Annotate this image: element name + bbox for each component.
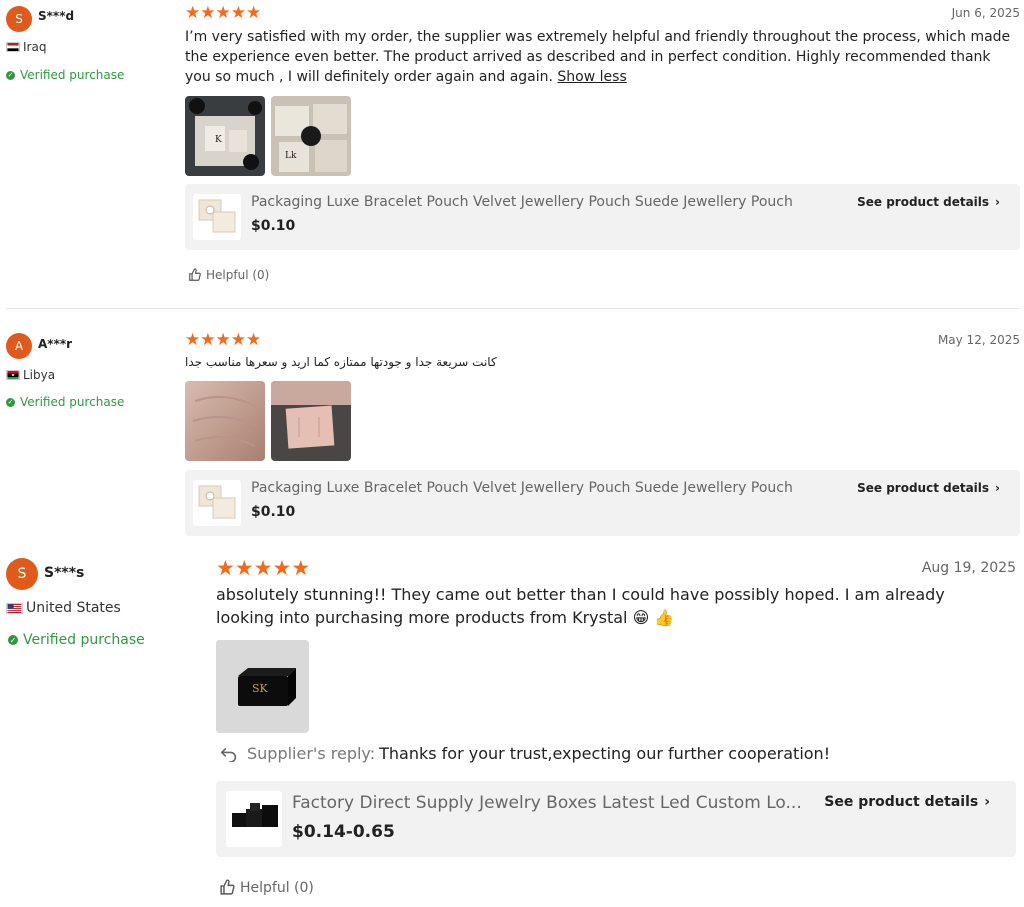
- star-icon: ★: [216, 557, 235, 580]
- star-icon: ★: [200, 3, 216, 22]
- see-details-label: See product details: [857, 195, 990, 209]
- review-date: Aug 19, 2025: [921, 560, 1016, 576]
- star-icon: ★: [246, 330, 262, 349]
- reply-label: Supplier's reply:: [247, 744, 376, 763]
- svg-text:K: K: [215, 135, 222, 145]
- review-text-block: I’m very satisfied with my order, the su…: [185, 27, 1015, 87]
- product-title[interactable]: Packaging Luxe Bracelet Pouch Velvet Jew…: [251, 480, 841, 496]
- star-icon: ★: [185, 330, 201, 349]
- review-text-block: كانت سريعة جدا و جودتها ممتازه كما اريد …: [185, 353, 497, 371]
- reviewer-country: Iraq: [6, 40, 46, 54]
- verified-label: Verified purchase: [20, 68, 125, 82]
- review-text: absolutely stunning!! They came out bett…: [216, 585, 945, 627]
- review-photo[interactable]: [185, 381, 265, 461]
- rating-stars: ★ ★ ★ ★ ★: [185, 330, 261, 350]
- bracelet-pouch-photo: Lk: [271, 96, 351, 176]
- star-icon: ★: [200, 330, 216, 349]
- country-label: Iraq: [23, 40, 47, 54]
- star-icon: ★: [230, 330, 246, 349]
- see-details-label: See product details: [857, 481, 990, 495]
- see-details-label: See product details: [824, 794, 979, 810]
- libya-flag-icon: [6, 370, 20, 380]
- reviewer-name: S***d: [38, 9, 75, 23]
- helpful-label: Helpful (0): [240, 879, 314, 896]
- check-icon: ✓: [6, 397, 15, 407]
- star-icon: ★: [185, 3, 201, 22]
- product-price: $0.10: [251, 504, 296, 520]
- avatar: S: [6, 6, 32, 32]
- review-text-block: absolutely stunning!! They came out bett…: [216, 583, 1006, 629]
- product-thumbnail: [193, 480, 241, 526]
- see-product-details-link[interactable]: See product details ›: [824, 794, 990, 810]
- reply-arrow-icon: [220, 747, 237, 762]
- pouch-product-image: [193, 480, 241, 526]
- verified-badge: ✓ Verified purchase: [6, 68, 124, 82]
- see-product-details-link[interactable]: See product details ›: [857, 481, 1000, 495]
- star-icon: ★: [215, 3, 231, 22]
- chevron-right-icon: ›: [984, 794, 990, 810]
- product-card[interactable]: Packaging Luxe Bracelet Pouch Velvet Jew…: [185, 470, 1020, 536]
- iraq-flag-icon: [6, 42, 20, 52]
- avatar: S: [6, 558, 38, 590]
- review-date: May 12, 2025: [937, 333, 1020, 347]
- pink-pouch-photo: [271, 381, 351, 461]
- svg-text:Lk: Lk: [285, 151, 297, 161]
- reviewer-name: A***r: [38, 337, 73, 351]
- verified-badge: ✓ Verified purchase: [6, 395, 124, 409]
- star-icon: ★: [234, 557, 254, 580]
- avatar: A: [6, 333, 32, 359]
- reviewer-country: Libya: [6, 368, 55, 382]
- us-flag-icon: [6, 602, 23, 614]
- verified-label: Verified purchase: [23, 632, 145, 648]
- thumbs-up-icon: [189, 268, 201, 281]
- verified-label: Verified purchase: [20, 395, 125, 409]
- country-label: United States: [26, 600, 121, 616]
- star-icon: ★: [272, 557, 292, 580]
- review-photo[interactable]: [271, 381, 351, 461]
- supplier-reply: Supplier's reply: Thanks for your trust,…: [219, 744, 830, 763]
- check-icon: ✓: [6, 70, 15, 80]
- product-card[interactable]: Packaging Luxe Bracelet Pouch Velvet Jew…: [185, 184, 1020, 250]
- product-title[interactable]: Factory Direct Supply Jewelry Boxes Late…: [292, 793, 822, 813]
- helpful-label: Helpful (0): [206, 268, 270, 282]
- show-less-link[interactable]: Show less: [557, 69, 626, 85]
- product-thumbnail: [193, 194, 241, 240]
- product-thumbnail: [226, 791, 282, 847]
- chevron-right-icon: ›: [995, 195, 1000, 209]
- product-price: $0.10: [251, 218, 296, 234]
- star-icon: ★: [230, 3, 246, 22]
- see-product-details-link[interactable]: See product details ›: [857, 195, 1000, 209]
- thumbs-up-icon: [220, 879, 235, 895]
- check-icon: ✓: [8, 635, 18, 645]
- svg-text:SK: SK: [252, 682, 269, 695]
- star-icon: ★: [215, 330, 231, 349]
- bracelet-pouch-photo: K: [185, 96, 265, 176]
- review-date: Jun 6, 2025: [951, 6, 1020, 20]
- helpful-button[interactable]: Helpful (0): [219, 879, 314, 896]
- pouch-product-image: [193, 194, 241, 240]
- rating-stars: ★ ★ ★ ★ ★: [185, 3, 261, 23]
- reply-text: Thanks for your trust,expecting our furt…: [379, 744, 831, 763]
- helpful-button[interactable]: Helpful (0): [188, 268, 269, 282]
- star-icon: ★: [291, 557, 311, 580]
- star-icon: ★: [253, 557, 273, 580]
- review-photo[interactable]: Lk: [271, 96, 351, 176]
- product-price: $0.14-0.65: [292, 822, 395, 842]
- review-photo[interactable]: K: [185, 96, 265, 176]
- review-photo[interactable]: SK: [216, 640, 309, 733]
- review-divider: [6, 308, 1020, 309]
- product-card[interactable]: Factory Direct Supply Jewelry Boxes Late…: [216, 781, 1016, 857]
- jewelry-box-photo: SK: [216, 640, 309, 733]
- jewelry-box-product-image: [226, 791, 282, 847]
- country-label: Libya: [23, 368, 56, 382]
- reviewer-name: S***s: [44, 565, 85, 581]
- reviewer-country: United States: [6, 600, 121, 616]
- product-title[interactable]: Packaging Luxe Bracelet Pouch Velvet Jew…: [251, 194, 841, 210]
- star-icon: ★: [246, 3, 262, 22]
- pink-pouch-photo: [185, 381, 265, 461]
- review-text: كانت سريعة جدا و جودتها ممتازه كما اريد …: [185, 355, 497, 369]
- rating-stars: ★ ★ ★ ★ ★: [216, 556, 310, 581]
- chevron-right-icon: ›: [995, 481, 1000, 495]
- verified-badge: ✓ Verified purchase: [8, 632, 145, 648]
